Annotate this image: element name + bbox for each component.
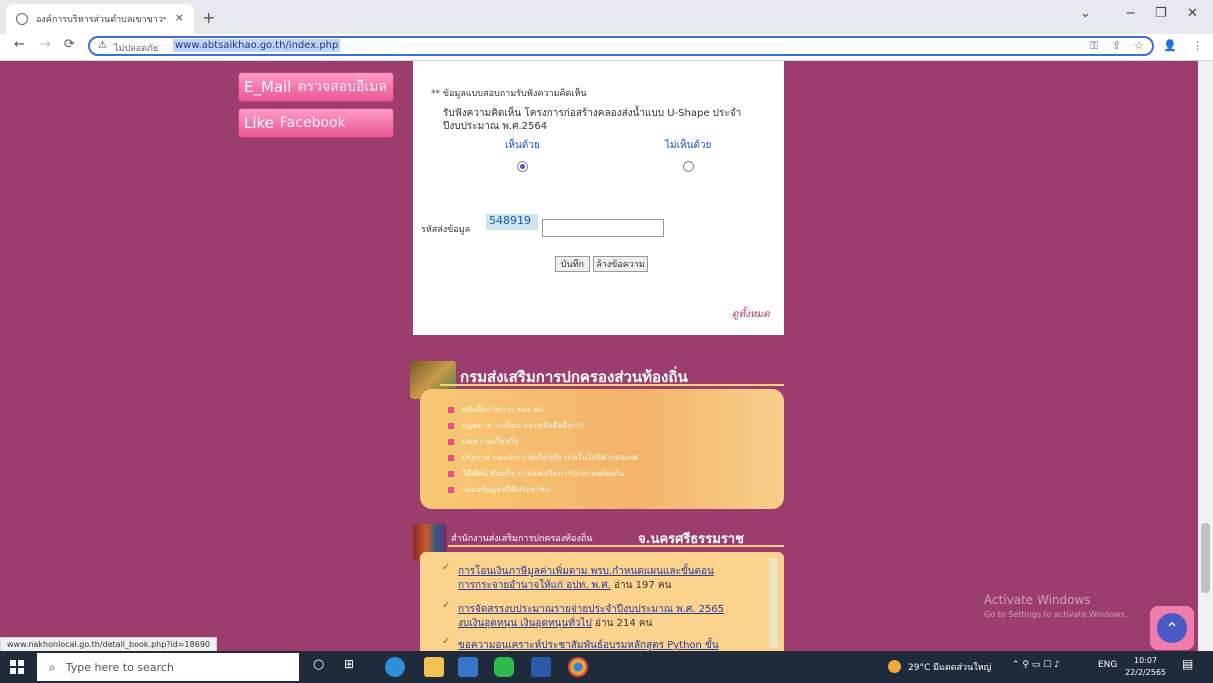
language-indicator[interactable]: ENG	[1098, 660, 1117, 670]
poll-header: ** ข้อมูลแบบสอบถามรับฟังความคิดเห็น	[431, 89, 587, 99]
dla-link-item[interactable]: กฎหมาย ระเบียบ และหนังสือสั่งการ	[448, 419, 584, 432]
email-label: ตรวจสอบอีเมล	[297, 79, 387, 95]
scroll-thumb[interactable]	[1201, 523, 1210, 593]
taskbar-search[interactable]: ⌕ Type here to search	[37, 653, 299, 681]
search-placeholder: Type here to search	[65, 660, 174, 674]
captcha-code: 548919	[486, 214, 538, 230]
maximize-button[interactable]: ❐	[1155, 6, 1167, 21]
email-button[interactable]: E_Mail ตรวจสอบอีเมล	[238, 72, 394, 102]
browser-tab[interactable]: องค์การบริหารส่วนตำบลเขาขาวฯ ตำบ ×	[6, 4, 194, 34]
menu-icon[interactable]: ⋮	[1192, 39, 1203, 52]
share-icon[interactable]: ⇪	[1112, 39, 1121, 52]
tray-icons[interactable]: ⌃ ⚲ ▭ ☐ ♪	[1012, 660, 1060, 670]
disagree-radio[interactable]	[683, 161, 694, 172]
star-icon[interactable]: ☆	[1134, 39, 1144, 52]
activate-windows-title: Activate Windows	[984, 593, 1091, 607]
dla-link-item[interactable]: ระบบข้อมูลสถิติประชาชน	[448, 483, 551, 496]
news-scrollbar[interactable]	[769, 558, 778, 648]
bullet-icon	[448, 406, 454, 413]
browser-tab-bar: องค์การบริหารส่วนตำบลเขาขาวฯ ตำบ × + ⌄ −…	[0, 0, 1213, 34]
windows-start-icon[interactable]	[10, 660, 24, 674]
facebook-label: Facebook	[279, 115, 346, 131]
chrome-icon[interactable]	[568, 657, 588, 677]
view-all-link[interactable]: ดูทั้งหมด	[732, 307, 770, 322]
bullet-icon	[448, 454, 454, 461]
check-icon: ✓	[442, 600, 451, 611]
reload-icon[interactable]: ⟳	[64, 37, 75, 52]
globe-icon	[16, 13, 28, 25]
captcha-input[interactable]	[542, 219, 664, 237]
back-to-top-button[interactable]: ⌃	[1150, 606, 1194, 650]
like-key: Like	[244, 114, 274, 132]
email-key: E_Mail	[244, 78, 292, 96]
dla-link-item[interactable]: ประกาศ และประกาศเกี่ยวกับ เทคโนโลยีสารสน…	[448, 451, 638, 464]
back-icon[interactable]: ←	[14, 37, 25, 52]
disagree-label: ไม่เห็นด้วย	[665, 140, 712, 151]
news-row-cont[interactable]: การกระจายอำนาจให้แก่ อปท. พ.ศ. อ่าน 197 …	[458, 578, 671, 593]
poll-question-line2: ปีงบประมาณ พ.ศ.2564	[443, 121, 548, 132]
word-icon[interactable]	[531, 657, 551, 677]
bullet-icon	[448, 422, 454, 429]
bullet-icon	[448, 470, 454, 477]
page-scrollbar[interactable]	[1198, 61, 1213, 651]
store-icon[interactable]	[458, 657, 478, 677]
task-view-icon[interactable]: ⊞	[344, 657, 364, 677]
profile-icon[interactable]: 👤	[1163, 39, 1177, 52]
forward-icon[interactable]: →	[40, 37, 51, 52]
save-button[interactable]: บันทึก	[555, 256, 590, 272]
check-icon: ✓	[442, 562, 451, 573]
poll-panel: ** ข้อมูลแบบสอบถามรับฟังความคิดเห็น รับฟ…	[413, 61, 784, 335]
bullet-icon	[448, 486, 454, 493]
code-label: รหัสส่งข้อมูล	[421, 225, 471, 235]
key-icon[interactable]: ⚿	[1090, 39, 1098, 53]
tab-close-icon[interactable]: ×	[175, 11, 184, 24]
search-icon: ⌕	[49, 659, 56, 674]
clock[interactable]: 10:07 22/2/2565	[1125, 655, 1166, 679]
weather-icon	[888, 660, 901, 673]
agree-radio[interactable]	[517, 161, 528, 172]
warning-icon: ⚠	[98, 40, 107, 51]
windows-taskbar: ⌕ Type here to search ○ ⊞ 29°C มีแดดส่วน…	[0, 651, 1213, 683]
cortana-icon[interactable]: ○	[313, 657, 333, 677]
activate-windows-subtitle: Go to Settings to activate Windows.	[984, 610, 1128, 619]
provincial-title-underline	[448, 545, 784, 547]
news-row[interactable]: การโอนเงินภาษีมูลค่าเพิ่มตาม พรบ.กำหนดแผ…	[458, 564, 714, 579]
dla-links-box: หนังสือราชการ ของ สถ กฎหมาย ระเบียบ และห…	[420, 389, 784, 509]
weather-text[interactable]: 29°C มีแดดส่วนใหญ่	[908, 660, 991, 674]
address-bar[interactable]: ⚠ ไม่ปลอดภัย www.abtsaikhao.go.th/index.…	[88, 36, 1154, 56]
dla-link-item[interactable]: บทความเกี่ยวกับ	[448, 435, 519, 448]
arrow-up-icon: ⌃	[1157, 613, 1187, 643]
bullet-icon	[448, 438, 454, 445]
tab-title: องค์การบริหารส่วนตำบลเขาขาวฯ ตำบ	[36, 15, 166, 25]
clock-time: 10:07	[1133, 656, 1158, 665]
close-window-button[interactable]: ✕	[1187, 6, 1198, 21]
clear-button[interactable]: ล้างข้อความ	[593, 256, 648, 272]
url-text[interactable]: www.abtsaikhao.go.th/index.php	[173, 39, 341, 52]
edge-icon[interactable]	[385, 657, 405, 677]
minimize-button[interactable]: −	[1125, 6, 1136, 21]
not-secure-label: ไม่ปลอดภัย	[114, 44, 159, 54]
new-tab-button[interactable]: +	[202, 8, 215, 27]
news-row-cont[interactable]: งบเงินอุดหนุน เงินอุดหนุนทั่วไป อ่าน 214…	[458, 616, 652, 631]
notification-icon[interactable]: ▤	[1182, 657, 1193, 671]
tab-search-icon[interactable]: ⌄	[1080, 6, 1091, 21]
provincial-title-prefix: สำนักงานส่งเสริมการปกครองท้องถิ่น	[451, 534, 593, 544]
dla-title-underline	[440, 384, 784, 386]
dla-link-item[interactable]: วีดีทัศน์ พันธกิจ กรมส่งเสริมการปกครองท้…	[448, 467, 624, 480]
agree-label: เห็นด้วย	[505, 140, 540, 151]
provincial-news-box: ✓ การโอนเงินภาษีมูลค่าเพิ่มตาม พรบ.กำหนด…	[420, 552, 784, 652]
news-row[interactable]: การจัดสรรงบประมาณรายจ่ายประจำปีงบประมาณ …	[458, 602, 724, 617]
line-icon[interactable]	[494, 657, 514, 677]
check-icon: ✓	[442, 636, 451, 647]
file-explorer-icon[interactable]	[424, 657, 444, 677]
status-bar-url: www.nakhonlocal.go.th/detail_book.php?id…	[0, 637, 217, 652]
clock-date: 22/2/2565	[1125, 668, 1167, 677]
facebook-like-button[interactable]: Like Facebook	[238, 108, 394, 138]
dla-link-item[interactable]: หนังสือราชการ ของ สถ	[448, 403, 543, 416]
